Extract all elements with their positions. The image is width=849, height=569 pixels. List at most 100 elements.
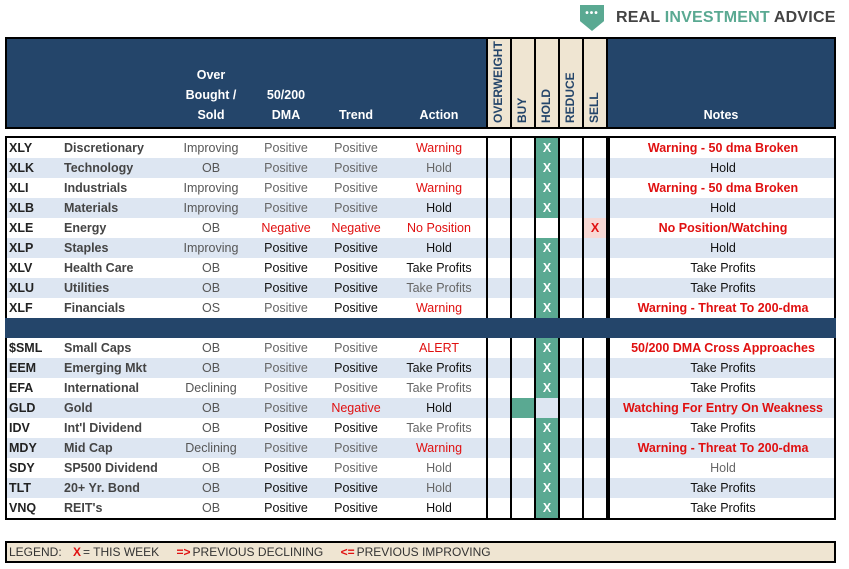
reduce-label: REDUCE <box>563 72 577 123</box>
markets-table: $SML Small Caps OB Positive Positive ALERT X 50… <box>5 338 836 520</box>
action-cell: Take Profits <box>406 381 472 395</box>
notes-cell: Hold <box>608 198 836 218</box>
ticker-cell: EEM <box>9 361 37 375</box>
buy-label: BUY <box>515 97 529 123</box>
dma-cell: Positive <box>264 461 308 475</box>
ticker-cell: GLD <box>9 401 36 415</box>
position-buy-cell <box>510 458 534 478</box>
position-sell-cell <box>582 378 608 398</box>
action-cell: No Position <box>407 221 471 235</box>
position-overweight-cell <box>486 438 510 458</box>
position-reduce-cell <box>558 278 582 298</box>
notes-cell: Take Profits <box>608 358 836 378</box>
dma-cell: Negative <box>261 221 311 235</box>
position-overweight-cell <box>486 378 510 398</box>
overbought-cell: OB <box>201 461 221 475</box>
ticker-cell: XLP <box>9 241 34 255</box>
name-cell: Energy <box>64 221 107 235</box>
table-row: XLF Financials OS Positive Positive Warning X W… <box>7 298 834 318</box>
position-hold-cell: X <box>534 298 558 318</box>
position-overweight-cell <box>486 138 510 158</box>
overbought-cell: Improving <box>183 141 239 155</box>
notes-cell: Take Profits <box>608 498 836 518</box>
dma-cell: Positive <box>264 421 308 435</box>
position-overweight-cell <box>486 338 510 358</box>
name-cell: Discretionary <box>64 141 144 155</box>
ticker-cell: XLF <box>9 301 33 315</box>
dma-cell: Positive <box>264 361 308 375</box>
position-overweight-cell <box>486 418 510 438</box>
dma-cell: Positive <box>264 341 308 355</box>
dma-cell: Positive <box>264 261 308 275</box>
position-sell-cell <box>582 478 608 498</box>
position-sell-cell <box>582 138 608 158</box>
table-row: XLB Materials Improving Positive Positive Hol… <box>7 198 834 218</box>
position-sell-cell: X <box>582 218 608 238</box>
position-buy-cell <box>510 138 534 158</box>
action-cell: Warning <box>415 181 463 195</box>
position-hold-cell: X <box>534 338 558 358</box>
notes-cell: Take Profits <box>608 258 836 278</box>
notes-cell: Warning - 50 dma Broken <box>608 178 836 198</box>
name-cell: Staples <box>64 241 109 255</box>
overbought-cell: OB <box>201 401 221 415</box>
ticker-cell: EFA <box>9 381 34 395</box>
action-cell: Hold <box>426 461 452 475</box>
position-buy-cell <box>510 438 534 458</box>
position-buy-cell <box>510 238 534 258</box>
position-buy-cell <box>510 278 534 298</box>
table-row: XLP Staples Improving Positive Positive Hold X… <box>7 238 834 258</box>
action-cell: Take Profits <box>406 361 472 375</box>
ticker-cell: VNQ <box>9 501 37 515</box>
position-overweight-cell <box>486 178 510 198</box>
notes-cell: Take Profits <box>608 278 836 298</box>
position-buy-cell <box>510 198 534 218</box>
ticker-cell: XLU <box>9 281 34 295</box>
overbought-cell: OB <box>201 261 221 275</box>
brand-word-2: INVESTMENT <box>664 9 770 26</box>
action-cell: Hold <box>426 401 452 415</box>
position-buy-cell <box>510 178 534 198</box>
name-cell: Gold <box>64 401 93 415</box>
dma-cell: Positive <box>264 161 308 175</box>
ticker-cell: XLV <box>9 261 33 275</box>
position-buy-cell <box>510 398 534 418</box>
table-row: XLY Discretionary Improving Positive Positiv… <box>7 138 834 158</box>
ticker-cell: XLI <box>9 181 29 195</box>
position-reduce-cell <box>558 398 582 418</box>
position-hold-cell: X <box>534 418 558 438</box>
position-reduce-cell <box>558 138 582 158</box>
name-cell: Small Caps <box>64 341 132 355</box>
hold-label: HOLD <box>539 89 553 123</box>
position-buy-cell <box>510 498 534 518</box>
trend-cell: Positive <box>334 181 378 195</box>
position-hold-cell <box>534 398 558 418</box>
dma-cell: Positive <box>264 381 308 395</box>
table-row: EEM Emerging Mkt OB Positive Positive Take Pr… <box>7 358 834 378</box>
position-hold-cell: X <box>534 238 558 258</box>
ticker-cell: XLY <box>9 141 33 155</box>
name-cell: Health Care <box>64 261 134 275</box>
dma-cell: Positive <box>264 441 308 455</box>
header-trend: Trend <box>338 108 374 122</box>
position-reduce-cell <box>558 358 582 378</box>
position-reduce-cell <box>558 478 582 498</box>
table-row: SDY SP500 Dividend OB Positive Positive Hold X… <box>7 458 834 478</box>
position-reduce-cell <box>558 458 582 478</box>
trend-cell: Positive <box>334 361 378 375</box>
name-cell: REIT's <box>64 501 103 515</box>
right-arrow-icon: => <box>176 545 191 559</box>
ticker-cell: SDY <box>9 461 35 475</box>
table-row: MDY Mid Cap Declining Positive Positive Warni… <box>7 438 834 458</box>
header-action: Action <box>419 108 459 122</box>
position-sell-cell <box>582 178 608 198</box>
action-cell: Warning <box>415 141 463 155</box>
position-hold-cell: X <box>534 198 558 218</box>
trend-cell: Positive <box>334 461 378 475</box>
position-overweight-cell <box>486 198 510 218</box>
name-cell: SP500 Dividend <box>64 461 158 475</box>
table-row: VNQ REIT's OB Positive Positive Hold X Take Pro… <box>7 498 834 518</box>
brand-word-1: REAL <box>616 9 661 26</box>
position-sell-cell <box>582 338 608 358</box>
overbought-cell: OB <box>201 501 221 515</box>
